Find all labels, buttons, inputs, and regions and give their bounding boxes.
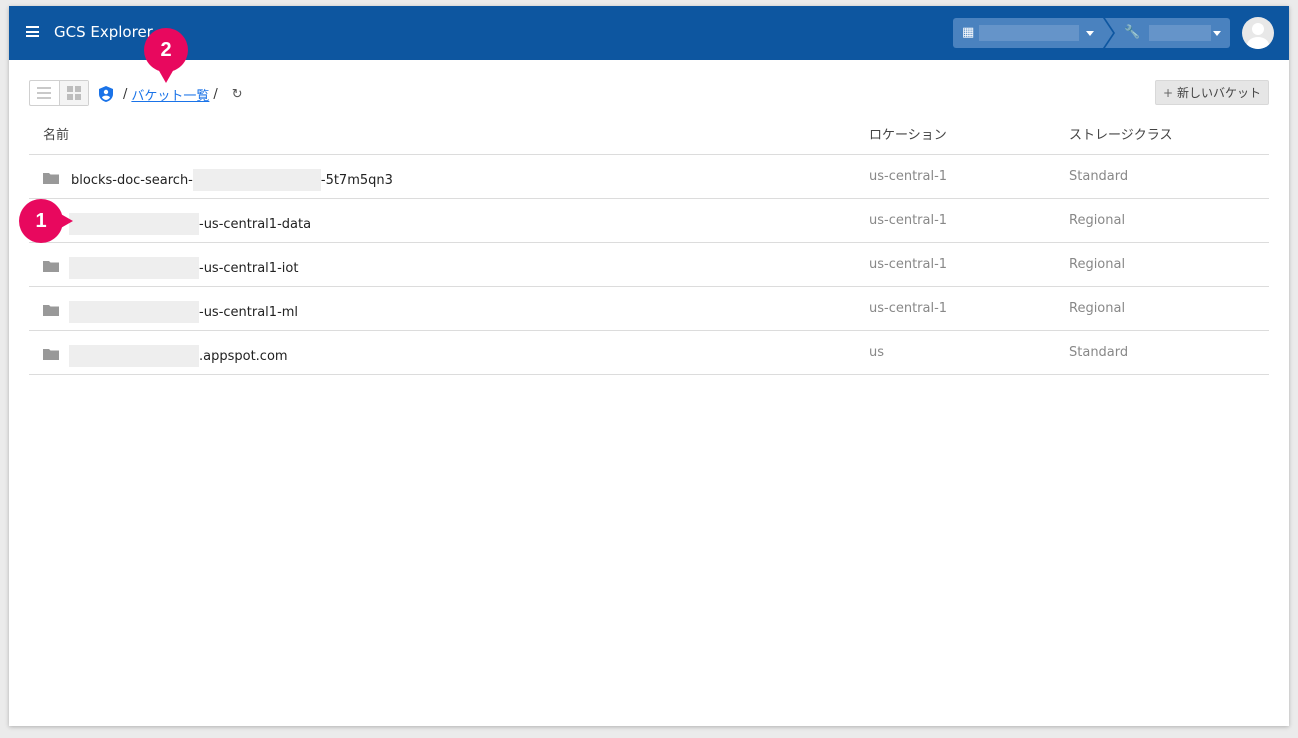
shield-user-icon[interactable]: [99, 86, 113, 102]
bucket-storage-class: Regional: [1069, 257, 1126, 272]
app-title: GCS Explorer: [54, 23, 153, 41]
bucket-table: 名前 ロケーション ストレージクラス blocks-doc-search- -5…: [29, 116, 1269, 375]
bucket-storage-class: Regional: [1069, 301, 1126, 316]
breadcrumb: / バケット一覧 / ↻: [99, 84, 243, 104]
breadcrumb-separator: /: [123, 86, 128, 102]
refresh-icon[interactable]: ↻: [232, 87, 243, 102]
wrench-icon: 🔧: [1124, 25, 1141, 40]
new-bucket-button[interactable]: + 新しいバケット: [1155, 80, 1269, 105]
folder-icon: [43, 173, 59, 184]
column-header-location[interactable]: ロケーション: [869, 124, 947, 143]
table-row[interactable]: .appspot.com us Standard: [29, 331, 1269, 375]
bucket-name[interactable]: -us-central1-data: [69, 213, 311, 235]
bucket-location: us-central-1: [869, 301, 948, 316]
folder-icon: [43, 261, 59, 272]
bucket-name[interactable]: -us-central1-iot: [69, 257, 298, 279]
plus-icon: +: [1162, 85, 1174, 100]
step-marker-2: 2: [144, 28, 188, 83]
redacted-text: [192, 169, 321, 191]
bucket-storage-class: Regional: [1069, 213, 1126, 228]
table-row[interactable]: blocks-doc-search- -5t7m5qn3 us-central-…: [29, 155, 1269, 199]
selector-divider-notch: [1105, 18, 1115, 48]
building-icon: ▦: [962, 25, 975, 40]
organization-selector[interactable]: ▦: [953, 18, 1103, 48]
column-header-storage-class[interactable]: ストレージクラス: [1069, 124, 1172, 143]
bucket-location: us-central-1: [869, 169, 948, 184]
step-marker-1: 1: [19, 199, 73, 243]
bucket-location: us-central-1: [869, 257, 948, 272]
bucket-location: us: [869, 345, 885, 360]
table-row[interactable]: -us-central1-ml us-central-1 Regional: [29, 287, 1269, 331]
table-header: 名前 ロケーション ストレージクラス: [29, 116, 1269, 155]
new-bucket-label: 新しいバケット: [1177, 86, 1262, 100]
grid-view-icon[interactable]: [59, 81, 88, 105]
redacted-text: [69, 301, 199, 323]
bucket-name[interactable]: -us-central1-ml: [69, 301, 298, 323]
project-name-redacted: [1149, 25, 1211, 41]
list-view-icon[interactable]: [30, 81, 59, 105]
bucket-location: us-central-1: [869, 213, 948, 228]
user-avatar[interactable]: [1242, 17, 1274, 49]
bucket-storage-class: Standard: [1069, 169, 1129, 184]
redacted-text: [69, 257, 199, 279]
bucket-storage-class: Standard: [1069, 345, 1129, 360]
folder-icon: [43, 305, 59, 316]
bucket-name[interactable]: .appspot.com: [69, 345, 288, 367]
project-selector[interactable]: 🔧: [1115, 18, 1230, 48]
chevron-down-icon: [1086, 31, 1094, 36]
breadcrumb-bucket-list-link[interactable]: バケット一覧: [131, 85, 209, 104]
breadcrumb-separator: /: [213, 86, 218, 102]
app-window: GCS Explorer ▦ 🔧 / バケット一覧 / ↻ + 新しいバケット …: [9, 6, 1289, 726]
redacted-text: [69, 213, 199, 235]
table-row[interactable]: -us-central1-iot us-central-1 Regional: [29, 243, 1269, 287]
view-mode-toggle: [29, 80, 89, 106]
folder-icon: [43, 349, 59, 360]
redacted-text: [69, 345, 199, 367]
column-header-name[interactable]: 名前: [43, 124, 69, 143]
top-app-bar: GCS Explorer ▦ 🔧: [9, 6, 1289, 60]
organization-name-redacted: [979, 25, 1079, 41]
table-row[interactable]: -us-central1-data us-central-1 Regional: [29, 199, 1269, 243]
menu-icon[interactable]: [26, 26, 39, 37]
chevron-down-icon: [1213, 31, 1221, 36]
bucket-name[interactable]: blocks-doc-search- -5t7m5qn3: [71, 169, 393, 191]
